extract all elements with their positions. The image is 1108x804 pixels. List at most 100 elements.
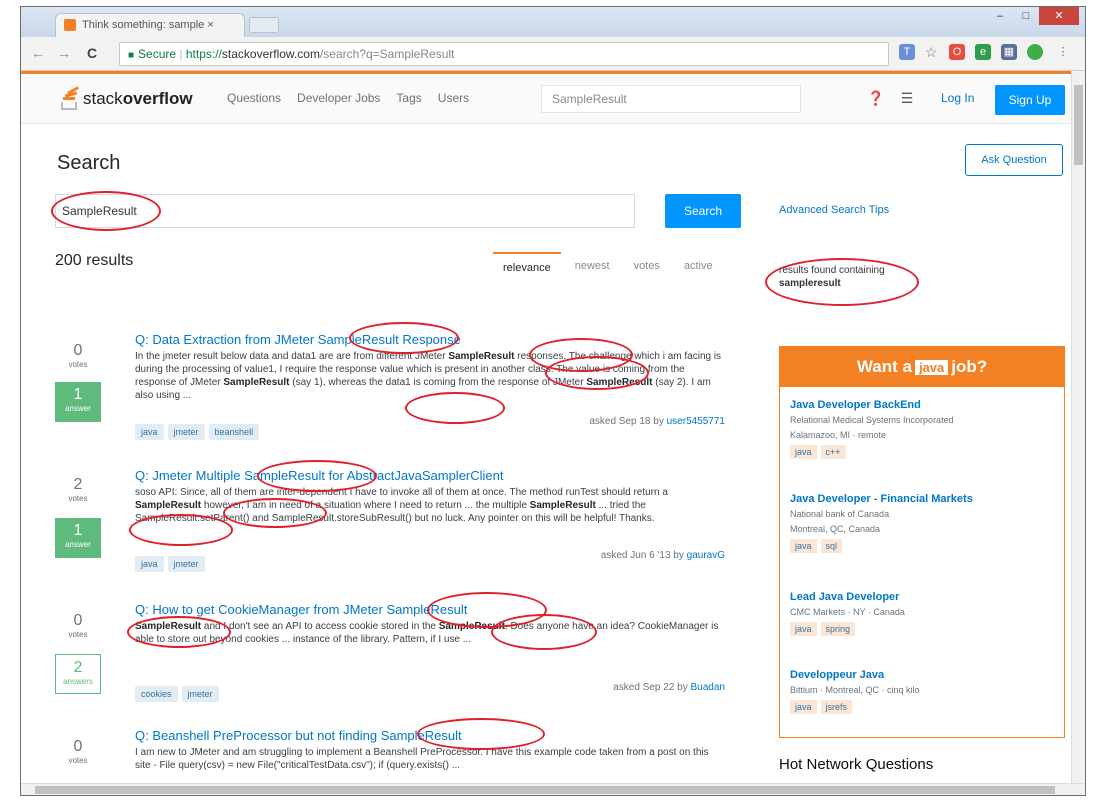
logo-text-bold: overflow	[122, 89, 193, 108]
search-input[interactable]: SampleResult	[55, 194, 635, 228]
tag[interactable]: jmeter	[181, 686, 219, 702]
signup-button[interactable]: Sign Up	[995, 85, 1065, 115]
job-listing[interactable]: Java Developer BackEnd Relational Medica…	[790, 399, 1056, 459]
browser-window: Think something: sample × – □ ✕ ← → C ■ S…	[20, 6, 1086, 796]
lock-icon: ■	[128, 50, 135, 61]
nav-tags[interactable]: Tags	[396, 91, 421, 105]
address-bar-row: ← → C ■ Secure | https://stackoverflow.co…	[21, 37, 1085, 71]
search-button[interactable]: Search	[665, 194, 741, 228]
opera-extension-icon[interactable]: O	[949, 44, 965, 60]
nav-users[interactable]: Users	[438, 91, 469, 105]
job-company: National bank of Canada	[790, 509, 890, 519]
url-scheme: https://	[185, 47, 222, 61]
star-icon[interactable]: ☆	[923, 44, 939, 60]
site-switcher-icon[interactable]: ☰	[899, 90, 915, 106]
results-found-note: results found containing sampleresult	[779, 264, 929, 290]
close-window-button[interactable]: ✕	[1039, 7, 1079, 25]
job-title[interactable]: Lead Java Developer	[790, 591, 1056, 603]
menu-dots-icon[interactable]: ⋮	[1055, 44, 1071, 60]
help-icon[interactable]: ❓	[867, 90, 884, 106]
job-listing[interactable]: Developpeur Java Bittium · Montreal, QC …	[790, 669, 1056, 714]
question-summary: 0 votes 2 answers Q: How to get CookieMana…	[55, 602, 745, 712]
nav-questions[interactable]: Questions	[227, 91, 281, 105]
stackoverflow-logo[interactable]: stack overflow	[61, 86, 193, 112]
stack-logo-icon	[61, 86, 79, 110]
new-tab-button[interactable]	[249, 17, 279, 33]
tag[interactable]: cookies	[135, 686, 178, 702]
answer-count-badge: 2 answers	[55, 654, 101, 694]
job-tag[interactable]: java	[790, 539, 817, 553]
tag-list: java jmeter	[135, 556, 209, 572]
minimize-button[interactable]: –	[987, 7, 1013, 25]
translate-icon[interactable]: T	[899, 44, 915, 60]
tag[interactable]: jmeter	[167, 424, 205, 440]
job-title[interactable]: Developpeur Java	[790, 669, 1056, 681]
question-title-link[interactable]: Q: Jmeter Multiple SampleResult for Abst…	[135, 468, 504, 483]
job-tag[interactable]: java	[790, 445, 817, 459]
asked-info: asked Sep 22 by Buadan	[613, 682, 725, 693]
question-excerpt: soso API: Since, all of them are inter-d…	[135, 487, 668, 524]
forward-icon[interactable]: →	[57, 45, 71, 61]
green-circle-extension-icon[interactable]	[1027, 44, 1043, 60]
asked-info: asked Jun 6 '13 by gauravG	[600, 550, 725, 561]
asked-info: asked Sep 18 by user5455771	[589, 416, 725, 427]
question-title-link[interactable]: Q: How to get CookieManager from JMeter …	[135, 602, 467, 617]
url-host: stackoverflow.com	[221, 47, 320, 61]
horizontal-scrollbar[interactable]	[21, 783, 1085, 795]
job-location: Montreal, QC, Canada	[790, 524, 881, 534]
tag[interactable]: java	[135, 424, 164, 440]
page-title: Search	[57, 152, 121, 174]
found-note-term: sampleresult	[779, 278, 841, 289]
job-company: Bittium · Montreal, QC · cinq kilo	[790, 685, 920, 695]
user-link[interactable]: Buadan	[691, 682, 725, 693]
found-note-text: results found containing	[779, 265, 885, 276]
job-tag[interactable]: java	[790, 700, 817, 714]
question-excerpt: In the jmeter result below data and data…	[135, 351, 722, 401]
tag-list: cookies jmeter	[135, 686, 223, 702]
user-link[interactable]: user5455771	[667, 416, 725, 427]
result-count: 200 results	[55, 252, 134, 269]
header-search-input[interactable]: SampleResult	[541, 85, 801, 113]
reload-icon[interactable]: C	[87, 45, 97, 61]
secure-label: Secure	[138, 47, 177, 61]
tab-votes[interactable]: votes	[624, 252, 670, 282]
tab-newest[interactable]: newest	[565, 252, 620, 282]
tag[interactable]: jmeter	[167, 556, 205, 572]
sort-tabs: relevance newest votes active	[489, 252, 723, 282]
question-title-link[interactable]: Q: Data Extraction from JMeter SampleRes…	[135, 332, 461, 347]
job-title[interactable]: Java Developer BackEnd	[790, 399, 1056, 411]
advanced-search-tips-link[interactable]: Advanced Search Tips	[779, 204, 889, 216]
scrollbar-thumb[interactable]	[35, 786, 1055, 794]
tag[interactable]: beanshell	[208, 424, 260, 440]
job-tag[interactable]: jsrefs	[820, 700, 853, 714]
scrollbar-thumb[interactable]	[1074, 85, 1083, 165]
hot-network-questions-heading: Hot Network Questions	[779, 756, 934, 773]
job-tag[interactable]: java	[790, 622, 817, 636]
tab-relevance[interactable]: relevance	[493, 252, 561, 282]
login-link[interactable]: Log In	[941, 91, 974, 105]
browser-tab[interactable]: Think something: sample ×	[55, 13, 245, 37]
job-tag[interactable]: spring	[820, 622, 856, 636]
question-summary: 2 votes 1 answer Q: Jmeter Multiple Sample…	[55, 468, 745, 588]
back-icon[interactable]: ←	[31, 45, 45, 61]
grid-extension-icon[interactable]: ▦	[1001, 44, 1017, 60]
ask-question-button[interactable]: Ask Question	[965, 144, 1063, 176]
url-path: /search?q=SampleResult	[319, 47, 455, 61]
user-link[interactable]: gauravG	[687, 550, 725, 561]
job-tag[interactable]: sql	[820, 539, 843, 553]
job-listing[interactable]: Lead Java Developer CMC Markets · NY · C…	[790, 591, 1056, 636]
job-title[interactable]: Java Developer - Financial Markets	[790, 493, 1056, 505]
question-title-link[interactable]: Q: Beanshell PreProcessor but not findin…	[135, 728, 462, 743]
vertical-scrollbar[interactable]	[1071, 71, 1085, 783]
maximize-button[interactable]: □	[1013, 7, 1039, 25]
url-field[interactable]: ■ Secure | https://stackoverflow.com/sear…	[119, 42, 889, 66]
tag[interactable]: java	[135, 556, 164, 572]
job-tag[interactable]: c++	[820, 445, 846, 459]
window-controls: – □ ✕	[987, 7, 1079, 27]
job-listing[interactable]: Java Developer - Financial Markets Natio…	[790, 493, 1056, 553]
vote-count: 0 votes	[68, 342, 88, 369]
logo-text-light: stack	[83, 89, 123, 108]
nav-developer-jobs[interactable]: Developer Jobs	[297, 91, 380, 105]
extension-icon[interactable]: e	[975, 44, 991, 60]
tab-active[interactable]: active	[674, 252, 723, 282]
